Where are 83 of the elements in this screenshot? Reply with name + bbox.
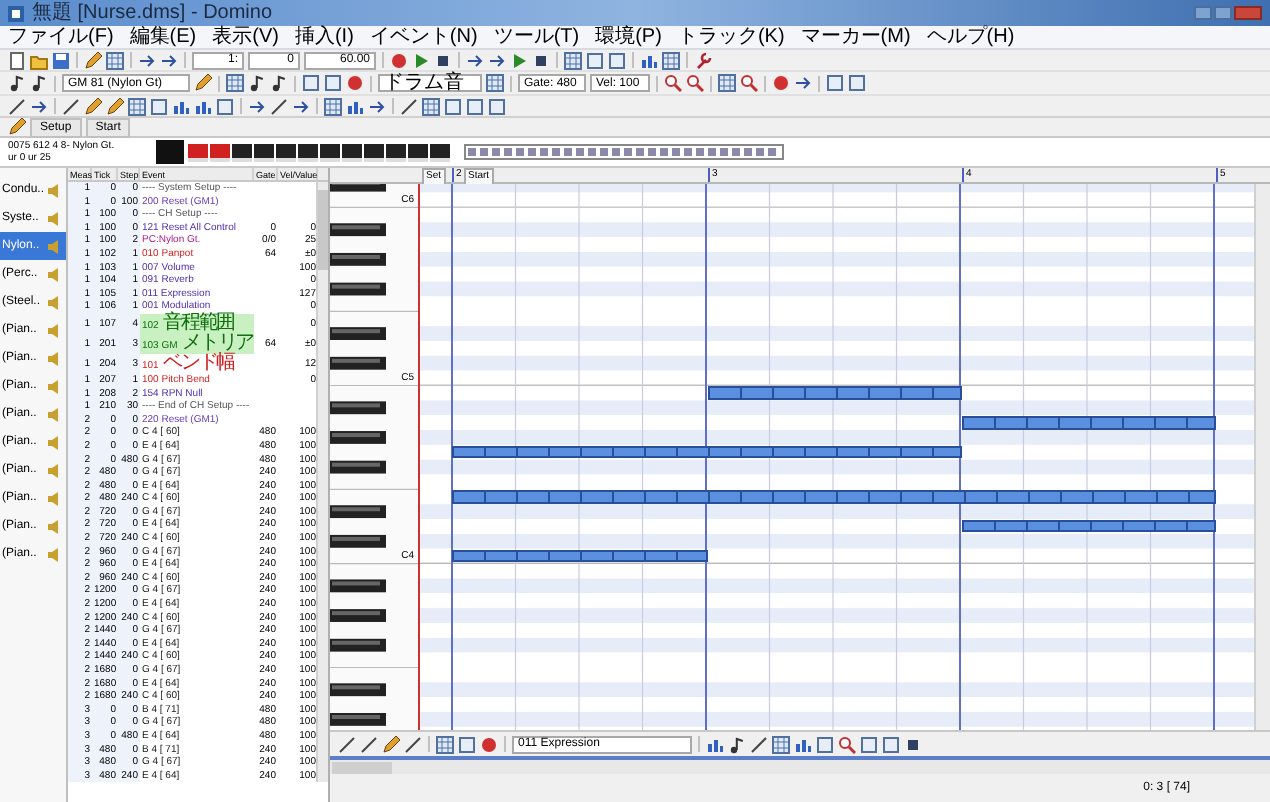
grid-icon[interactable] [128, 97, 146, 115]
grid-icon[interactable] [486, 74, 504, 92]
arrow-icon[interactable] [30, 97, 48, 115]
menu-item[interactable]: ファイル(F) [8, 25, 114, 49]
arrow-icon[interactable] [292, 97, 310, 115]
square-icon[interactable] [882, 735, 900, 753]
note-icon[interactable] [728, 735, 746, 753]
note-icon[interactable] [30, 74, 48, 92]
grid-icon[interactable] [564, 51, 582, 69]
note-icon[interactable] [248, 74, 266, 92]
stop-icon[interactable] [434, 51, 452, 69]
grid-icon[interactable] [662, 51, 680, 69]
page-icon[interactable] [8, 51, 26, 69]
square-icon[interactable] [826, 74, 844, 92]
menu-item[interactable]: ツール(T) [493, 25, 580, 49]
grid-icon[interactable] [106, 51, 124, 69]
grid-icon[interactable] [718, 74, 736, 92]
line-icon[interactable] [400, 97, 418, 115]
square-icon[interactable] [608, 51, 626, 69]
square-icon[interactable] [586, 51, 604, 69]
search-icon[interactable] [664, 74, 682, 92]
wrench-icon[interactable] [694, 51, 712, 69]
grid-icon[interactable] [422, 97, 440, 115]
note-bar[interactable] [962, 520, 1216, 533]
bars-icon[interactable] [706, 735, 724, 753]
line-icon[interactable] [270, 97, 288, 115]
piano-roll-grid[interactable] [420, 184, 1254, 730]
square-icon[interactable] [466, 97, 484, 115]
grid-icon[interactable] [772, 735, 790, 753]
pencil-icon[interactable] [194, 74, 212, 92]
drum-map-dropdown[interactable]: ドラム音 [378, 74, 482, 92]
record-icon[interactable] [346, 74, 364, 92]
scrollbar[interactable] [330, 756, 1270, 774]
square-icon[interactable] [816, 735, 834, 753]
arrow-icon[interactable] [160, 51, 178, 69]
line-icon[interactable] [360, 735, 378, 753]
bars-icon[interactable] [640, 51, 658, 69]
line-icon[interactable] [8, 97, 26, 115]
line-icon[interactable] [750, 735, 768, 753]
bars-icon[interactable] [794, 735, 812, 753]
stop-icon[interactable] [904, 735, 922, 753]
line-icon[interactable] [62, 97, 80, 115]
grid-icon[interactable] [324, 97, 342, 115]
grid-icon[interactable] [226, 74, 244, 92]
square-icon[interactable] [458, 735, 476, 753]
square-icon[interactable] [488, 97, 506, 115]
line-icon[interactable] [404, 735, 422, 753]
menu-item[interactable]: 環境(P) [595, 25, 662, 49]
square-icon[interactable] [444, 97, 462, 115]
note-icon[interactable] [270, 74, 288, 92]
square-icon[interactable] [848, 74, 866, 92]
square-icon[interactable] [216, 97, 234, 115]
arrow-icon[interactable] [368, 97, 386, 115]
arrow-icon[interactable] [794, 74, 812, 92]
square-icon[interactable] [860, 735, 878, 753]
record-icon[interactable] [772, 74, 790, 92]
menu-item[interactable]: イベント(N) [369, 25, 478, 49]
arrow-icon[interactable] [138, 51, 156, 69]
piano-keyboard-drawing[interactable] [330, 184, 418, 730]
stop-icon[interactable] [532, 51, 550, 69]
menu-item[interactable]: 編集(E) [129, 25, 197, 49]
menu-item[interactable]: 表示(V) [212, 25, 279, 49]
record-icon[interactable] [390, 51, 408, 69]
arrow-icon[interactable] [248, 97, 266, 115]
note-icon[interactable] [8, 74, 26, 92]
bars-icon[interactable] [346, 97, 364, 115]
search-icon[interactable] [686, 74, 704, 92]
line-icon[interactable] [338, 735, 356, 753]
arrow-icon[interactable] [488, 51, 506, 69]
window-title: 無題 [Nurse.dms] - Domino [32, 1, 273, 25]
search-icon[interactable] [740, 74, 758, 92]
square-icon[interactable] [302, 74, 320, 92]
app-icon [8, 5, 24, 21]
record-icon[interactable] [480, 735, 498, 753]
square-icon[interactable] [150, 97, 168, 115]
grid-icon[interactable] [436, 735, 454, 753]
menu-item[interactable]: 挿入(I) [294, 25, 354, 49]
menu-item[interactable]: ヘルプ(H) [926, 25, 1015, 49]
search-icon[interactable] [838, 735, 856, 753]
square-icon[interactable] [324, 74, 342, 92]
menu-item[interactable]: マーカー(M) [800, 25, 911, 49]
arrow-icon[interactable] [466, 51, 484, 69]
menu-item[interactable]: トラック(K) [677, 25, 785, 49]
